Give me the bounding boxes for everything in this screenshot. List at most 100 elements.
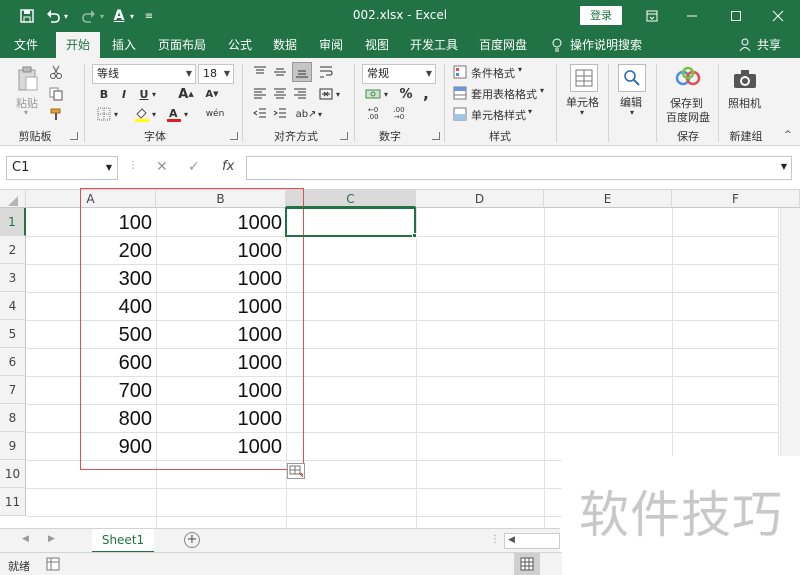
camera-icon[interactable] — [732, 66, 758, 92]
active-cell-c1[interactable] — [285, 207, 416, 237]
format-painter-icon[interactable] — [48, 106, 64, 122]
borders-dropdown-icon[interactable]: ▾ — [112, 106, 120, 122]
tab-page-layout[interactable]: 页面布局 — [152, 32, 212, 58]
wrap-text-icon[interactable] — [318, 64, 334, 80]
cell-styles-button[interactable]: 单元格样式 — [471, 107, 526, 123]
font-color-icon[interactable]: A — [166, 106, 182, 122]
tab-view[interactable]: 视图 — [358, 32, 396, 58]
orientation-icon[interactable]: ab↗ — [296, 106, 317, 122]
sheet-tab-sheet1[interactable]: Sheet1 — [92, 529, 154, 553]
cell-styles-dropdown-icon[interactable]: ▾ — [528, 107, 532, 116]
fill-color-icon[interactable] — [134, 106, 150, 122]
row-header-11[interactable]: 11 — [0, 488, 26, 516]
italic-icon[interactable]: I — [116, 86, 132, 102]
tab-split-grip-icon[interactable]: ⋮ — [490, 534, 500, 545]
paste-icon[interactable] — [16, 66, 40, 92]
align-right-icon[interactable] — [292, 86, 308, 102]
select-all-corner[interactable] — [0, 190, 26, 208]
tell-me-search[interactable]: 操作说明搜索 — [570, 32, 650, 58]
merge-center-icon[interactable] — [318, 86, 334, 102]
row-header-10[interactable]: 10 — [0, 460, 26, 488]
format-as-table-dropdown-icon[interactable]: ▾ — [540, 86, 544, 95]
fill-color-dropdown-icon[interactable]: ▾ — [150, 106, 158, 122]
tab-review[interactable]: 审阅 — [312, 32, 350, 58]
baidu-netdisk-icon[interactable] — [674, 64, 702, 92]
alignment-launcher-icon[interactable] — [340, 132, 348, 140]
bold-icon[interactable]: B — [96, 86, 112, 102]
maximize-icon[interactable] — [716, 0, 756, 32]
row-header-6[interactable]: 6 — [0, 348, 26, 376]
font-color-dropdown-icon2[interactable]: ▾ — [182, 106, 190, 122]
formula-input[interactable]: ▼ — [246, 156, 792, 180]
column-header-d[interactable]: D — [416, 190, 544, 208]
column-header-e[interactable]: E — [544, 190, 672, 208]
middle-align-icon[interactable] — [272, 64, 288, 80]
fill-handle[interactable] — [412, 233, 417, 238]
tab-home[interactable]: 开始 — [56, 32, 100, 58]
row-header-5[interactable]: 5 — [0, 320, 26, 348]
column-header-f[interactable]: F — [672, 190, 800, 208]
paste-dropdown-icon[interactable]: ▾ — [24, 108, 28, 117]
cancel-formula-icon[interactable]: ✕ — [156, 159, 168, 175]
editing-dropdown-icon[interactable]: ▾ — [630, 108, 634, 117]
cut-icon[interactable] — [48, 64, 64, 80]
row-header-9[interactable]: 9 — [0, 432, 26, 460]
row-header-8[interactable]: 8 — [0, 404, 26, 432]
number-format-combo[interactable]: 常规 ▼ — [362, 64, 436, 84]
tab-data[interactable]: 数据 — [266, 32, 304, 58]
percent-style-icon[interactable]: % — [398, 86, 414, 102]
cells-icon[interactable] — [570, 64, 598, 92]
underline-dropdown-icon[interactable]: ▾ — [150, 86, 158, 102]
cells-dropdown-icon[interactable]: ▾ — [580, 108, 584, 117]
name-box[interactable]: C1 ▼ — [6, 156, 118, 180]
row-header-2[interactable]: 2 — [0, 236, 26, 264]
tab-insert[interactable]: 插入 — [104, 32, 144, 58]
horizontal-scrollbar[interactable]: ◀ — [504, 533, 560, 549]
increase-decimal-icon[interactable]: ←0.00 — [364, 106, 382, 122]
scroll-left-icon[interactable]: ◀ — [508, 535, 515, 545]
row-header-7[interactable]: 7 — [0, 376, 26, 404]
copy-icon[interactable] — [48, 86, 64, 102]
prev-sheet-icon[interactable]: ◀ — [22, 534, 29, 544]
normal-view-icon[interactable] — [514, 553, 540, 575]
tab-baidu-netdisk[interactable]: 百度网盘 — [472, 32, 534, 58]
macro-record-icon[interactable] — [46, 557, 60, 574]
name-box-dropdown-icon[interactable]: ▼ — [106, 157, 112, 179]
accounting-dropdown-icon[interactable]: ▾ — [382, 86, 390, 102]
comma-style-icon[interactable]: , — [418, 85, 434, 103]
merge-dropdown-icon[interactable]: ▾ — [334, 86, 342, 102]
orientation-dropdown-icon[interactable]: ▾ — [316, 106, 324, 122]
save-to-label-line2[interactable]: 百度网盘 — [666, 109, 710, 125]
conditional-format-button[interactable]: 条件格式 — [471, 65, 515, 81]
row-header-1[interactable]: 1 — [0, 208, 26, 236]
next-sheet-icon[interactable]: ▶ — [48, 534, 55, 544]
decrease-indent-icon[interactable] — [252, 106, 268, 122]
increase-font-size-icon[interactable]: A ▲ — [178, 86, 194, 102]
add-sheet-icon[interactable]: + — [184, 532, 200, 548]
close-icon[interactable] — [758, 0, 798, 32]
font-size-dropdown-icon[interactable]: ▼ — [224, 65, 230, 83]
insert-function-icon[interactable]: fx — [222, 159, 234, 174]
clipboard-launcher-icon[interactable] — [70, 132, 78, 140]
expand-formula-bar-icon[interactable]: ▼ — [781, 162, 787, 171]
align-left-icon[interactable] — [252, 86, 268, 102]
number-launcher-icon[interactable] — [432, 132, 440, 140]
login-button[interactable]: 登录 — [580, 6, 622, 25]
increase-indent-icon[interactable] — [272, 106, 288, 122]
font-name-dropdown-icon[interactable]: ▼ — [186, 65, 192, 83]
collapse-ribbon-icon[interactable]: ^ — [784, 130, 792, 140]
share-button[interactable]: 共享 — [754, 32, 784, 58]
tab-formulas[interactable]: 公式 — [222, 32, 258, 58]
borders-icon[interactable] — [96, 106, 112, 122]
font-launcher-icon[interactable] — [230, 132, 238, 140]
decrease-decimal-icon[interactable]: .00 →0 — [390, 106, 408, 122]
accounting-format-icon[interactable] — [364, 86, 382, 102]
row-header-4[interactable]: 4 — [0, 292, 26, 320]
font-size-combo[interactable]: 18 ▼ — [198, 64, 234, 84]
decrease-font-size-icon[interactable]: A ▼ — [204, 86, 220, 102]
vertical-scrollbar[interactable] — [780, 208, 800, 458]
conditional-format-dropdown-icon[interactable]: ▾ — [518, 65, 522, 74]
ribbon-display-options-icon[interactable] — [632, 0, 672, 32]
minimize-icon[interactable] — [672, 0, 712, 32]
font-name-combo[interactable]: 等线 ▼ — [92, 64, 196, 84]
